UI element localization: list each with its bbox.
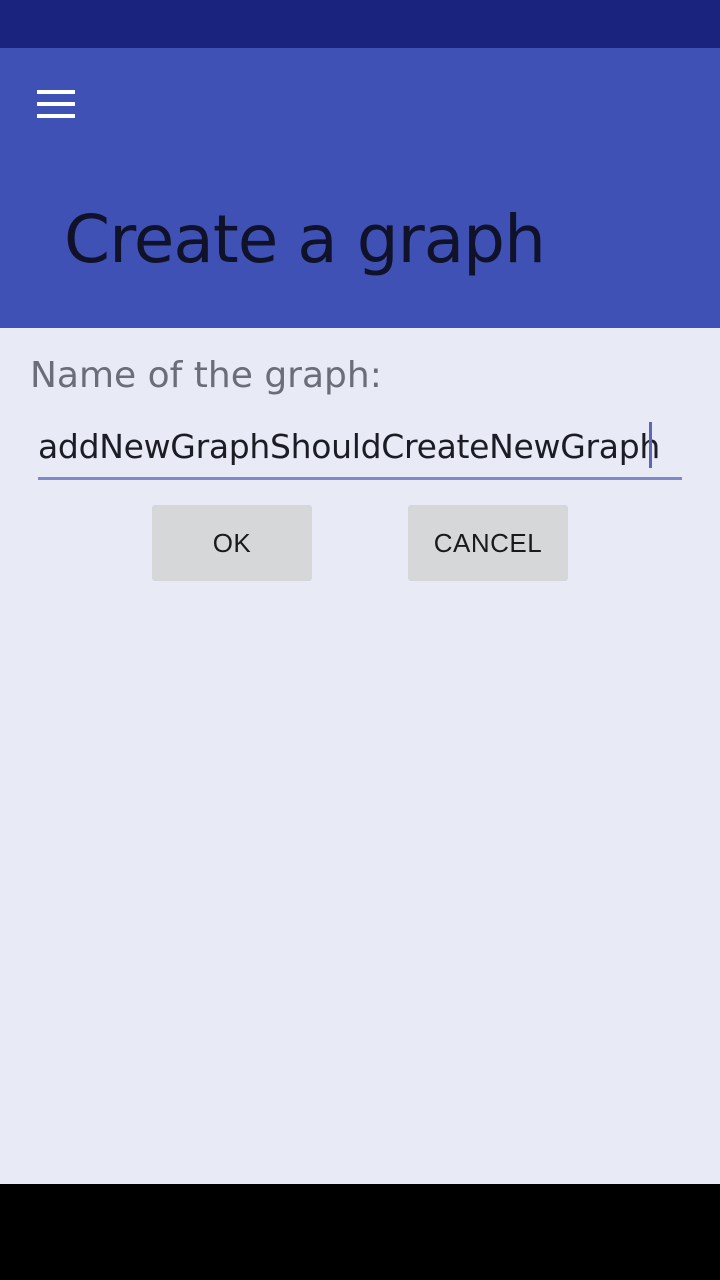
create-graph-form: Name of the graph: OK CANCEL: [0, 328, 720, 1184]
graph-name-label: Name of the graph:: [30, 355, 382, 396]
menu-button[interactable]: [24, 78, 88, 130]
graph-name-input[interactable]: [38, 418, 682, 476]
navigation-bar: [0, 1184, 720, 1280]
ok-button[interactable]: OK: [152, 505, 312, 581]
app-bar: Create a graph: [0, 48, 720, 328]
page-title: Create a graph: [64, 201, 546, 278]
graph-name-field[interactable]: [38, 418, 682, 480]
hamburger-menu-icon: [37, 90, 75, 118]
cancel-button[interactable]: CANCEL: [408, 505, 568, 581]
text-cursor: [649, 422, 652, 468]
status-bar: [0, 0, 720, 48]
